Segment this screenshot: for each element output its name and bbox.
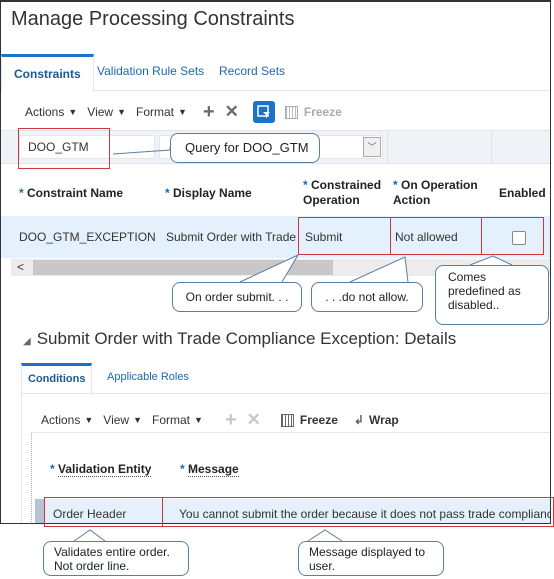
tab-validation-rule-sets[interactable]: Validation Rule Sets xyxy=(97,54,204,88)
caret-down-icon: ▼ xyxy=(178,107,187,117)
scroll-left-icon[interactable]: < xyxy=(17,259,24,276)
column-divider xyxy=(387,131,388,163)
freeze-button[interactable]: Freeze xyxy=(280,413,338,427)
freeze-icon xyxy=(280,413,294,427)
header-label: Validation Entity xyxy=(58,462,152,477)
actions-menu[interactable]: Actions ▼ xyxy=(41,413,93,427)
cell-constraint-name[interactable]: DOO_GTM_EXCEPTION xyxy=(19,216,156,258)
format-menu[interactable]: Format ▼ xyxy=(136,105,187,119)
actions-menu[interactable]: Actions ▼ xyxy=(25,105,77,119)
delete-icon[interactable]: ✕ xyxy=(247,410,261,430)
main-tabs: Constraints Validation Rule Sets Record … xyxy=(1,54,550,92)
header-label: Constrained xyxy=(311,178,382,192)
highlight-box xyxy=(390,217,482,255)
header-constraint-name[interactable]: * Constraint Name xyxy=(19,186,123,201)
add-icon[interactable]: + xyxy=(203,101,215,124)
header-label: Operation xyxy=(303,193,360,207)
format-menu[interactable]: Format ▼ xyxy=(152,413,203,427)
wrap-label: Wrap xyxy=(368,413,399,427)
highlight-box xyxy=(44,497,163,527)
callout-predefined: Comes predefined as disabled.. xyxy=(435,265,549,325)
header-label: Constraint Name xyxy=(27,186,124,200)
cell-display-name[interactable]: Submit Order with Trade xyxy=(166,216,296,258)
header-on-operation-action[interactable]: * On Operation Action xyxy=(393,178,478,208)
view-label: View xyxy=(87,105,114,119)
details-title-text: Submit Order with Trade Compliance Excep… xyxy=(36,329,457,348)
wrap-icon: ↲ xyxy=(353,413,364,427)
required-icon: * xyxy=(393,178,402,192)
required-icon: * xyxy=(19,186,28,200)
constraints-toolbar: Actions ▼ View ▼ Format ▼ + ✕ Freeze xyxy=(25,100,352,124)
column-divider xyxy=(491,131,492,163)
conditions-toolbar: Actions ▼ View ▼ Format ▼ + ✕ Freeze ↲ Wrap xyxy=(41,408,409,432)
highlight-box xyxy=(481,217,544,255)
app-window: Manage Processing Constraints Constraint… xyxy=(0,0,551,524)
header-label: Action xyxy=(393,193,431,207)
actions-label: Actions xyxy=(25,105,65,119)
caret-down-icon: ▼ xyxy=(133,415,142,425)
header-display-name[interactable]: * Display Name xyxy=(165,186,252,201)
format-label: Format xyxy=(152,413,191,427)
header-label: On Operation xyxy=(401,178,478,192)
details-tabs: Conditions Applicable Roles xyxy=(21,363,550,395)
freeze-label: Freeze xyxy=(303,105,342,119)
freeze-button[interactable]: Freeze xyxy=(284,105,342,119)
delete-icon[interactable]: ✕ xyxy=(225,102,239,122)
tab-record-sets[interactable]: Record Sets xyxy=(219,54,285,88)
highlight-box xyxy=(18,128,110,169)
required-icon: * xyxy=(165,186,174,200)
callout-validates: Validates entire order. Not order line. xyxy=(43,541,189,576)
tab-applicable-roles[interactable]: Applicable Roles xyxy=(107,363,189,391)
header-constrained-operation[interactable]: * Constrained Operation xyxy=(303,178,381,208)
view-menu[interactable]: View ▼ xyxy=(87,105,126,119)
caret-down-icon: ▼ xyxy=(117,107,126,117)
query-by-example-icon[interactable] xyxy=(252,101,275,123)
add-icon[interactable]: + xyxy=(225,409,237,432)
filter-icon xyxy=(257,105,270,118)
required-icon: * xyxy=(303,178,312,192)
chevron-down-icon[interactable]: ﹀ xyxy=(363,137,381,157)
scrollbar-thumb[interactable] xyxy=(33,260,333,275)
header-label: Display Name xyxy=(173,186,252,200)
caret-down-icon: ▼ xyxy=(84,415,94,425)
highlight-box xyxy=(162,497,554,527)
callout-do-not-allow: . . .do not allow. xyxy=(311,282,423,312)
required-icon: * xyxy=(180,462,189,476)
required-icon: * xyxy=(50,462,59,476)
wrap-button[interactable]: ↲ Wrap xyxy=(354,413,399,427)
view-label: View xyxy=(103,413,130,427)
page-title: Manage Processing Constraints xyxy=(11,8,295,30)
format-label: Format xyxy=(136,105,175,119)
tab-conditions[interactable]: Conditions xyxy=(21,363,93,395)
callout-query: Query for DOO_GTM xyxy=(170,133,320,163)
header-label: Message xyxy=(188,462,239,477)
header-enabled[interactable]: Enabled xyxy=(499,186,546,201)
collapse-triangle-icon[interactable]: ◢ xyxy=(23,336,31,347)
tab-constraints[interactable]: Constraints xyxy=(1,54,94,92)
highlight-box xyxy=(298,217,391,255)
caret-down-icon: ▼ xyxy=(194,415,203,425)
freeze-label: Freeze xyxy=(299,413,338,427)
freeze-icon xyxy=(284,105,298,119)
details-section-title[interactable]: ◢ Submit Order with Trade Compliance Exce… xyxy=(23,329,456,349)
header-validation-entity[interactable]: * Validation Entity xyxy=(50,462,152,477)
caret-down-icon: ▼ xyxy=(68,107,78,117)
callout-message: Message displayed to user. xyxy=(298,541,444,576)
actions-label: Actions xyxy=(41,413,81,427)
callout-on-submit: On order submit. . . xyxy=(172,282,302,312)
header-message[interactable]: * Message xyxy=(180,462,239,477)
divider xyxy=(31,432,550,433)
view-menu[interactable]: View ▼ xyxy=(103,413,142,427)
divider xyxy=(21,394,22,523)
